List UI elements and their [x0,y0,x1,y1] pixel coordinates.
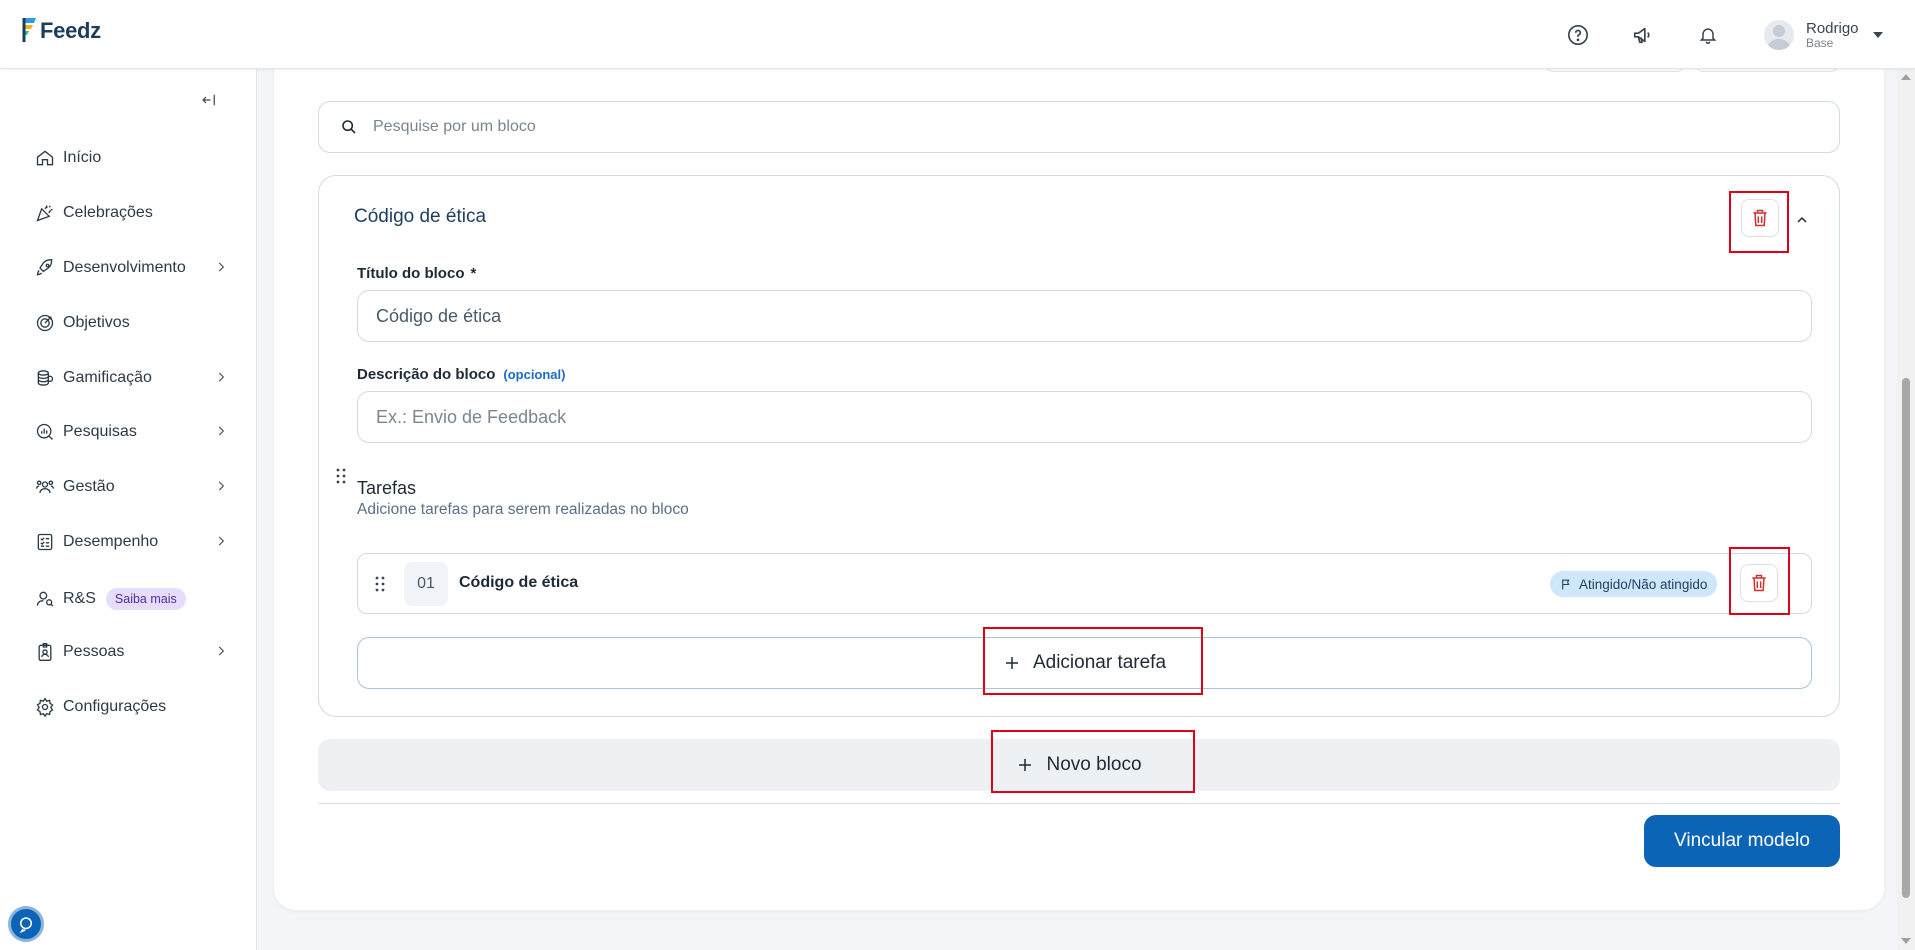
optional-tag: (opcional) [503,367,566,382]
sidebar-item-pessoas[interactable]: Pessoas [34,638,234,666]
search-placeholder: Pesquise por um bloco [373,118,536,135]
megaphone-icon[interactable] [1630,22,1656,48]
sidebar-item-label: Celebrações [63,204,153,221]
sidebar-item-label: Início [63,149,102,166]
sidebar-item-inicio[interactable]: Início [34,144,234,172]
chevron-right-icon [214,534,228,553]
sidebar-item-desempenho[interactable]: Desempenho [34,528,234,556]
user-menu[interactable]: Rodrigo Base [1764,20,1883,50]
chevron-right-icon [214,260,228,279]
task-name: Código de ética [459,574,579,591]
logo-text: Feedz [40,18,101,43]
task-number: 01 [404,562,448,606]
chevron-right-icon [214,424,228,443]
user-name: Rodrigo [1806,19,1859,37]
drag-handle-icon[interactable] [336,468,346,489]
chevron-right-icon [214,370,228,389]
bell-icon[interactable] [1695,22,1721,48]
title-field-label: Título do bloco * [357,265,477,282]
sidebar-item-pesquisas[interactable]: Pesquisas [34,418,234,446]
rocket-icon [34,257,56,279]
sidebar-item-label: R&S [63,590,96,607]
chevron-up-icon[interactable] [1794,212,1810,233]
target-icon [34,312,56,334]
highlight-box [991,730,1195,793]
feedz-logo-mark-icon [22,18,36,42]
user-search-icon [34,588,56,610]
chevron-right-icon [214,644,228,663]
highlight-box [1729,547,1790,615]
saiba-mais-badge[interactable]: Saiba mais [105,588,186,610]
coins-icon [34,367,56,389]
sidebar-item-desenvolvimento[interactable]: Desenvolvimento [34,254,234,282]
sidebar-item-label: Desenvolvimento [63,259,186,276]
avatar [1764,20,1794,50]
description-field-label: Descrição do bloco (opcional) [357,366,566,383]
search-block-input[interactable]: Pesquise por um bloco [318,101,1840,153]
tasks-subtitle: Adicione tarefas para serem realizadas n… [357,501,689,518]
feedz-logo[interactable]: Feedz [20,16,101,44]
support-chat-button[interactable] [8,906,44,942]
chevron-right-icon [214,479,228,498]
party-popper-icon [34,202,56,224]
sidebar-item-objetivos[interactable]: Objetivos [34,309,234,337]
highlight-box [1729,191,1789,253]
collapse-sidebar-icon[interactable] [200,91,218,114]
id-badge-icon [34,641,56,663]
sidebar-item-label: Gestão [63,478,115,495]
sidebar-item-label: Pessoas [63,643,125,660]
gear-icon [34,696,56,718]
sidebar-item-rs[interactable]: R&S Saiba mais [34,585,234,613]
chart-search-icon [34,421,56,443]
scroll-down-arrow-icon[interactable] [1901,938,1911,944]
tasks-title: Tarefas [357,478,417,498]
chat-icon [19,917,32,933]
task-type-label: Atingido/Não atingido [1579,576,1708,592]
help-circle-icon[interactable] [1565,22,1591,48]
drag-handle-icon[interactable] [375,576,385,597]
people-icon [34,476,56,498]
sidebar-item-configuracoes[interactable]: Configurações [34,693,234,721]
link-template-button[interactable]: Vincular modelo [1644,815,1840,867]
sidebar-item-label: Objetivos [63,314,130,331]
flag-icon [1562,579,1570,589]
sidebar-item-label: Pesquisas [63,423,137,440]
sidebar-item-label: Gamificação [63,369,152,386]
scrollbar-thumb[interactable] [1902,378,1910,898]
sidebar-item-label: Desempenho [63,533,159,550]
block-title-input[interactable]: Código de ética [357,290,1812,342]
highlight-box [983,627,1203,695]
search-icon [342,120,356,134]
home-icon [34,147,56,169]
top-header: Feedz Rodrigo Base [0,0,1915,69]
required-mark: * [470,265,477,282]
block-title-value: Código de ética [376,305,502,326]
sidebar-item-label: Configurações [63,698,167,715]
checklist-icon [34,531,56,553]
scroll-up-arrow-icon[interactable] [1901,74,1911,80]
caret-down-icon [1872,32,1883,38]
block-title: Código de ética [354,206,487,227]
sidebar-item-gestao[interactable]: Gestão [34,473,234,501]
task-type-badge: Atingido/Não atingido [1550,571,1718,597]
sidebar-item-celebracoes[interactable]: Celebrações [34,199,234,227]
sidebar-item-gamificacao[interactable]: Gamificação [34,364,234,392]
block-description-placeholder: Ex.: Envio de Feedback [376,406,567,427]
divider [318,803,1840,804]
user-subtitle: Base [1806,35,1834,50]
block-description-input[interactable]: Ex.: Envio de Feedback [357,391,1812,443]
